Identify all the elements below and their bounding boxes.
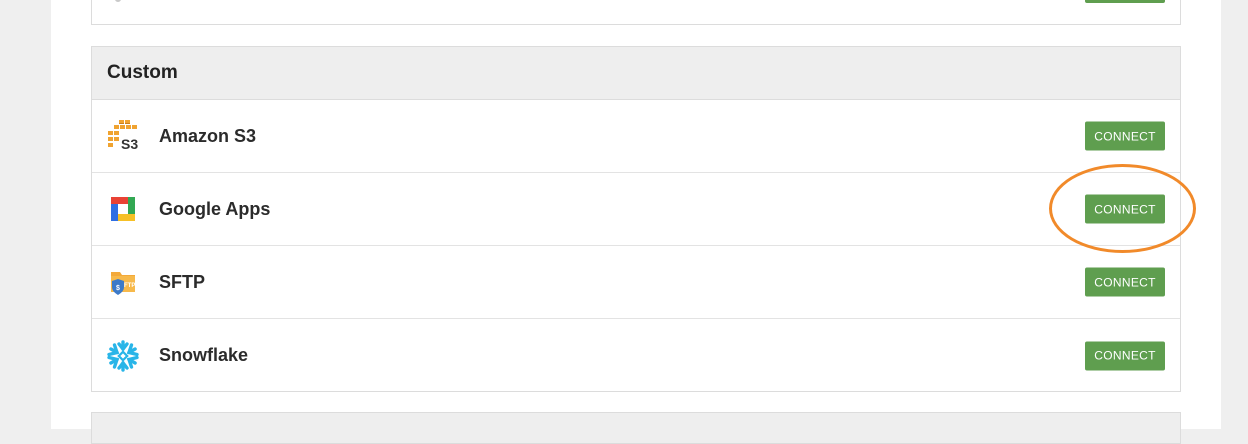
svg-text:S3: S3 [121, 136, 138, 152]
connect-button-sftp[interactable]: CONNECT [1085, 267, 1165, 297]
previous-section-card [91, 0, 1181, 25]
integration-row-google-apps: Google Apps CONNECT [92, 173, 1180, 246]
next-section-card [91, 412, 1181, 444]
connect-button-snowflake[interactable]: CONNECT [1085, 341, 1165, 370]
section-title: Custom [92, 47, 1180, 100]
integration-name: SFTP [159, 271, 206, 292]
connect-button-amazon-s3[interactable]: CONNECT [1085, 121, 1165, 151]
google-apps-icon [106, 192, 140, 226]
svg-text:FTP: FTP [124, 283, 135, 289]
svg-text:$: $ [116, 285, 120, 292]
integration-name: Amazon S3 [159, 125, 257, 146]
snowflake-icon [106, 339, 140, 373]
integration-name: Google Apps [159, 198, 271, 219]
amazon-s3-icon: S3 [106, 119, 140, 153]
page-content: Custom S3 Amazon S3 CONNECT Google Apps … [51, 0, 1221, 429]
integration-row-sftp: $ FTP SFTP CONNECT [92, 246, 1180, 319]
custom-section: Custom S3 Amazon S3 CONNECT Google Apps … [91, 46, 1181, 392]
sftp-icon: $ FTP [106, 265, 140, 299]
previous-connect-button[interactable] [1085, 0, 1165, 3]
previous-row-icon [115, 0, 121, 2]
connect-button-google-apps[interactable]: CONNECT [1085, 194, 1165, 224]
integration-name: Snowflake [159, 345, 249, 365]
integration-row-snowflake: Snowflake CONNECT [92, 319, 1180, 392]
integration-row-amazon-s3: S3 Amazon S3 CONNECT [92, 100, 1180, 173]
